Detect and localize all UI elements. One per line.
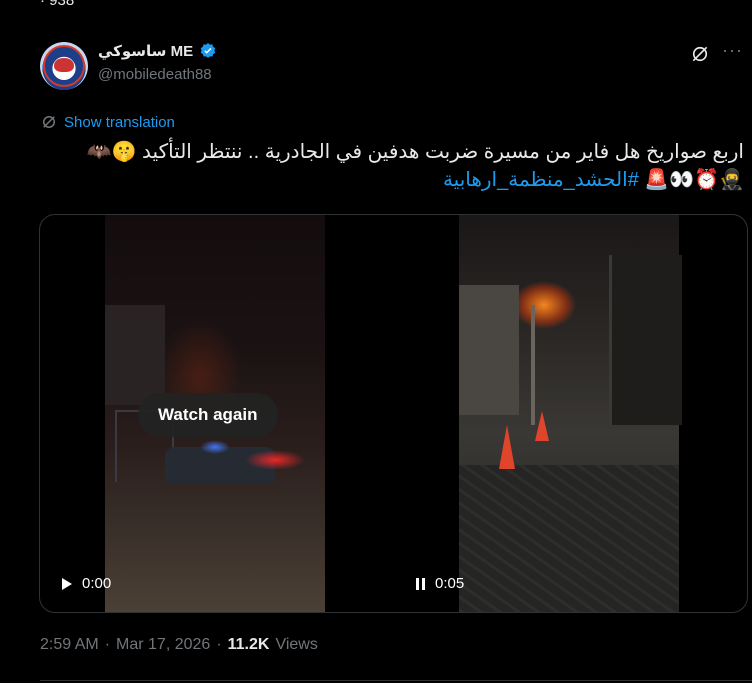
more-icon[interactable]: ··· [722,40,743,61]
tweet-text-line1: اربع صواريخ هل فاير من مسيرة ضربت هدفين … [86,141,744,163]
tweet-meta: 2:59 AM · Mar 17, 2026 · 11.2K Views [40,636,318,654]
grok-icon[interactable] [690,44,710,64]
tweet-date[interactable]: Mar 17, 2026 [116,636,210,654]
hashtag-link[interactable]: #الحشد_منظمة_ارهابية [443,169,639,191]
video-1-time: 0:00 [82,575,112,592]
video-2-pole [531,305,535,425]
video-1-blue-light [200,440,230,454]
meta-separator: · [216,636,222,653]
pause-icon[interactable] [416,577,425,590]
author-name[interactable]: ساسوكي ME [98,42,193,60]
show-translation-label: Show translation [64,113,175,131]
play-icon[interactable] [62,577,72,590]
video-2-wall [459,285,519,415]
translate-icon [43,116,55,128]
author-handle[interactable]: @mobiledeath88 [98,66,212,83]
video-2-traffic-cone [535,411,549,441]
avatar[interactable] [40,42,88,90]
verified-badge-icon [200,43,216,58]
show-translation-link[interactable]: Show translation [40,113,175,131]
meta-separator: · [104,636,111,653]
video-2[interactable] [459,215,682,612]
tweet-text-line2: 🥷⏰👀🚨 #الحشد_منظمة_ارهابية [40,166,744,194]
video-2-debris [459,465,679,612]
video-2-door [609,255,682,425]
views-count: 11.2K [227,636,270,653]
author-name-row[interactable]: ساسوكي ME [98,42,217,60]
video-1-building [105,305,165,405]
watch-again-button[interactable]: Watch again [138,393,278,437]
tweet-time[interactable]: 2:59 AM [40,636,99,654]
media-container[interactable]: Watch again 0:00 0:05 [39,214,748,613]
video-2-traffic-cone [499,425,515,469]
previous-post-fragment: · 938 [40,0,75,9]
views-label: Views [275,636,318,653]
video-1-red-light [245,450,305,470]
video-2-controls[interactable]: 0:05 [416,575,464,592]
tweet-text: اربع صواريخ هل فاير من مسيرة ضربت هدفين … [40,138,744,194]
divider [40,680,752,681]
avatar-emblem [54,58,74,72]
video-2-time: 0:05 [435,575,465,592]
video-1-controls[interactable]: 0:00 [62,575,111,592]
tweet-emojis: 🥷⏰👀🚨 [644,169,744,191]
